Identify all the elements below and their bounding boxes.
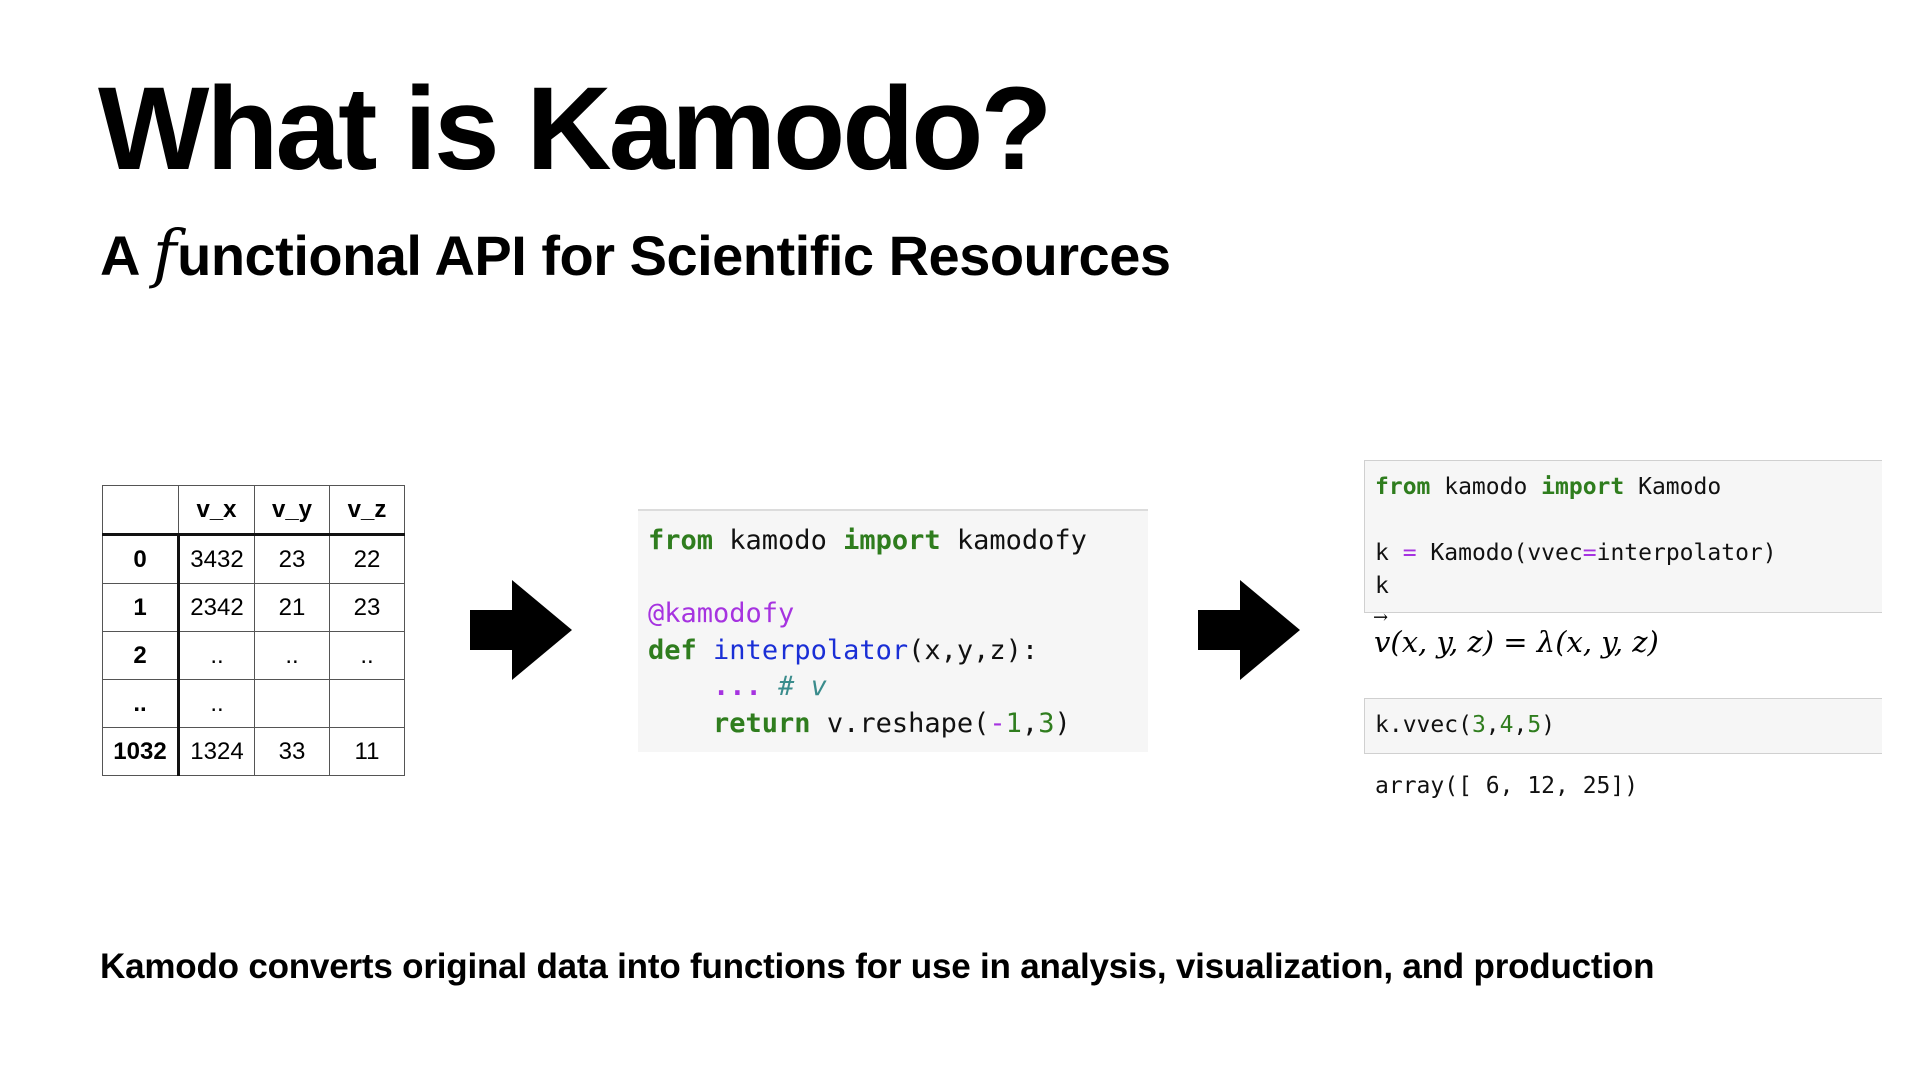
table-header-cell: v_y [254, 485, 330, 536]
data-table: v_x v_y v_z 0 3432 23 22 1 2342 21 23 2 … [102, 485, 405, 776]
code-text: kamodo [713, 525, 844, 556]
code-ellipsis: ... [713, 671, 762, 702]
table-cell: 23 [329, 583, 405, 632]
table-cell: .. [178, 679, 255, 728]
code-operator: - [989, 707, 1006, 739]
code-keyword: return [713, 707, 811, 739]
table-cell: .. [329, 631, 405, 680]
notebook-input-cell[interactable]: from kamodo import Kamodo​k = Kamodo(vve… [1364, 460, 1882, 613]
code-operator: = [1402, 540, 1417, 566]
math-lambda: λ [1536, 625, 1556, 659]
math-rhs-args: (x, y, z) [1555, 625, 1659, 659]
code-text: k [1375, 540, 1403, 566]
code-line: def interpolator(x,y,z): [648, 633, 1148, 670]
notebook-input-cell[interactable]: k.vvec(3,4,5) [1364, 698, 1882, 754]
code-text: Kamodo(vvec [1416, 540, 1583, 566]
code-keyword: import [1541, 474, 1625, 500]
notebook-output: array([ 6, 12, 25]) [1375, 773, 1639, 799]
code-keyword: from [1375, 474, 1431, 500]
vector-v: v [1373, 607, 1390, 659]
code-line: return v.reshape(-1,3) [648, 706, 1148, 743]
table-cell: .. [178, 631, 255, 680]
table-row-index: 1032 [102, 727, 180, 776]
table-row: 2 .. .. .. [102, 631, 405, 680]
table-cell [254, 679, 330, 728]
table-row: .. .. [102, 679, 405, 728]
table-row-index: 1 [102, 583, 180, 632]
code-line-blank: ​ [648, 560, 1148, 597]
slide-footer: Kamodo converts original data into funct… [100, 947, 1655, 986]
subtitle-rest: unctional API for Scientific Resources [177, 224, 1171, 287]
table-cell: 2342 [178, 583, 255, 632]
table-row: 0 3432 23 22 [102, 534, 405, 584]
code-text: interpolator) [1596, 540, 1777, 566]
code-text: kamodo [1430, 474, 1542, 500]
code-text: v.reshape( [810, 707, 990, 739]
code-function-name: interpolator [713, 634, 909, 666]
table-row-index: 2 [102, 631, 180, 680]
table-header-cell [102, 485, 179, 536]
table-row-index: .. [102, 679, 180, 728]
code-text: , [1485, 712, 1500, 738]
subtitle-lead: A [100, 224, 153, 287]
table-header-cell: v_z [329, 485, 405, 536]
slide-title: What is Kamodo? [98, 63, 1052, 195]
code-line-blank: ​ [1375, 504, 1882, 537]
code-text: (x,y,z): [908, 634, 1039, 666]
code-text: k [1375, 573, 1389, 599]
code-text: Kamodo [1624, 474, 1722, 500]
code-text: kamodofy [940, 525, 1087, 556]
table-cell: 11 [329, 727, 405, 776]
code-decorator: @kamodofy [648, 598, 795, 629]
table-cell: 1324 [178, 727, 255, 776]
code-line: from kamodo import kamodofy [648, 523, 1148, 560]
code-line: k [1375, 570, 1882, 603]
code-text: ) [1054, 707, 1071, 739]
kamodofy-code-block: from kamodo import kamodofy​@kamodofydef… [638, 509, 1148, 752]
table-cell: 33 [254, 727, 330, 776]
right-arrow-icon [1198, 580, 1300, 680]
code-number: 1 [1005, 707, 1022, 739]
slide-subtitle: A functional API for Scientific Resource… [100, 222, 1171, 287]
table-cell: 3432 [178, 534, 255, 584]
table-header-cell: v_x [178, 485, 255, 536]
code-line: @kamodofy [648, 596, 1148, 633]
code-line: k = Kamodo(vvec=interpolator) [1375, 537, 1882, 570]
code-keyword: def [648, 634, 697, 666]
code-operator: = [1582, 540, 1597, 566]
table-header-row: v_x v_y v_z [102, 485, 405, 536]
code-text: ) [1541, 712, 1556, 738]
code-text: , [1513, 712, 1528, 738]
code-comment: # v [778, 671, 827, 702]
subtitle-italic-f: f [152, 217, 177, 291]
code-text: , [1021, 707, 1039, 739]
table-cell [329, 679, 405, 728]
code-number: 5 [1527, 712, 1542, 738]
code-keyword: from [648, 525, 714, 556]
table-row-index: 0 [102, 534, 180, 584]
latex-output: v(x, y, z) = λ(x, y, z) [1373, 607, 1659, 659]
code-number: 3 [1038, 707, 1055, 739]
code-text: k.vvec( [1375, 712, 1472, 738]
right-arrow-icon [470, 580, 572, 680]
table-row: 1 2342 21 23 [102, 583, 405, 632]
table-row: 1032 1324 33 11 [102, 727, 405, 776]
table-cell: 22 [329, 534, 405, 584]
code-number: 4 [1499, 712, 1514, 738]
code-keyword: import [843, 525, 941, 556]
table-cell: 23 [254, 534, 330, 584]
math-lhs-args: (x, y, z) = [1390, 625, 1537, 659]
table-cell: .. [254, 631, 330, 680]
table-cell: 21 [254, 583, 330, 632]
code-number: 3 [1471, 712, 1486, 738]
code-line: from kamodo import Kamodo [1375, 471, 1882, 504]
code-line: ... # v [648, 669, 1148, 706]
